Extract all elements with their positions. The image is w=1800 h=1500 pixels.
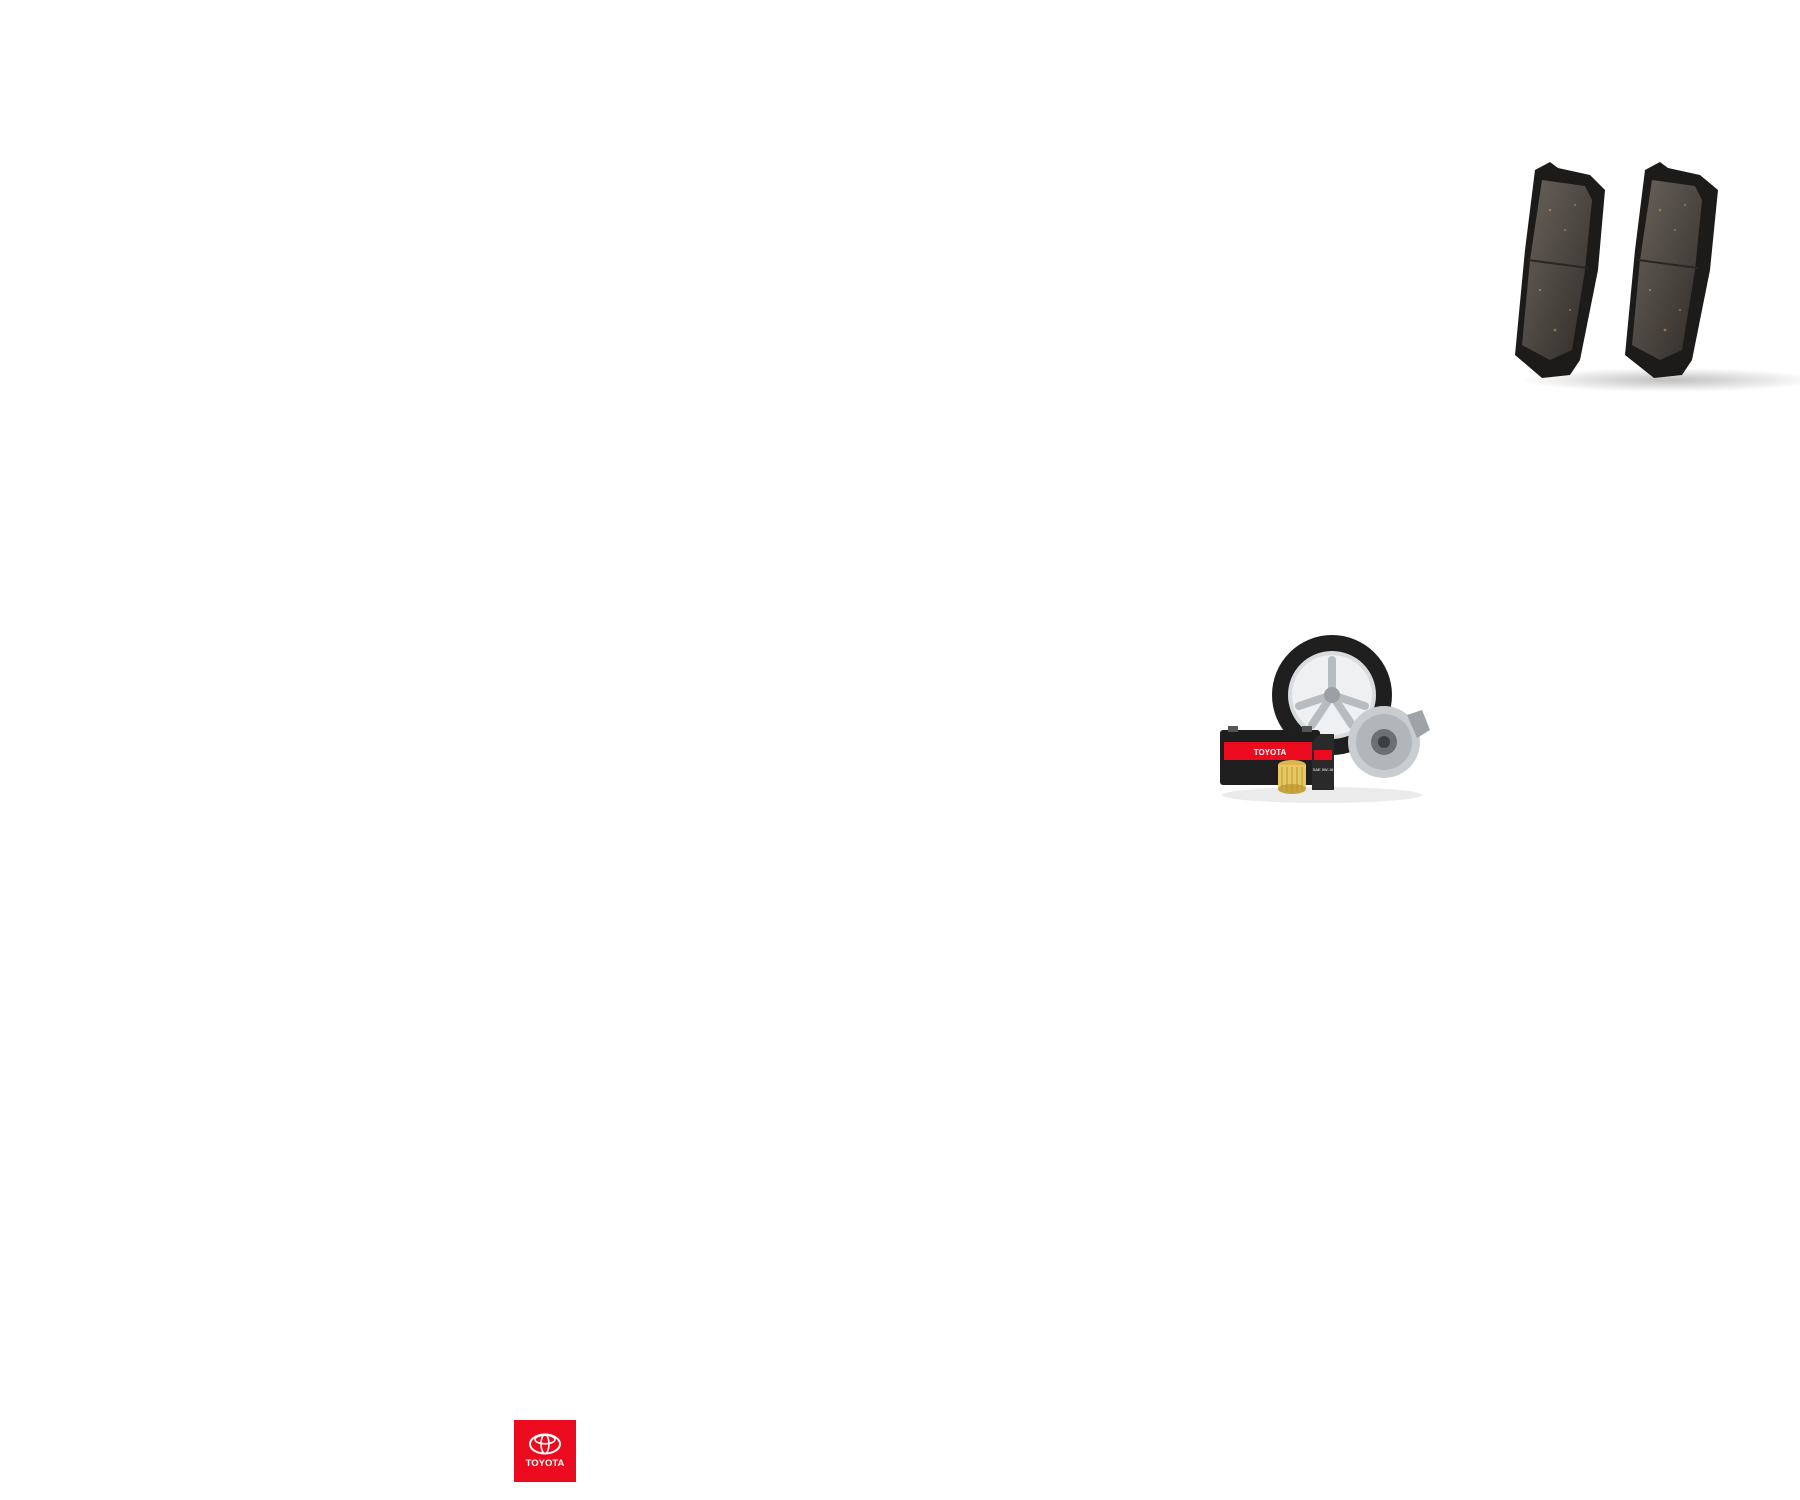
brake-pads-image: [1480, 150, 1800, 400]
brake-pads-icon: [1515, 162, 1800, 392]
toyota-logo-icon: TOYOTA: [514, 1420, 576, 1482]
battery-brand-label: TOYOTA: [1254, 748, 1287, 757]
parts-bundle-image: TOYOTA SAE 0W-16: [1212, 630, 1437, 810]
toyota-logo-text: TOYOTA: [526, 1458, 565, 1469]
parts-bundle-icon: TOYOTA SAE 0W-16: [1220, 635, 1430, 803]
toyota-logo-link[interactable]: TOYOTA: [514, 1420, 576, 1482]
oil-grade-label: SAE 0W-16: [1313, 767, 1335, 772]
